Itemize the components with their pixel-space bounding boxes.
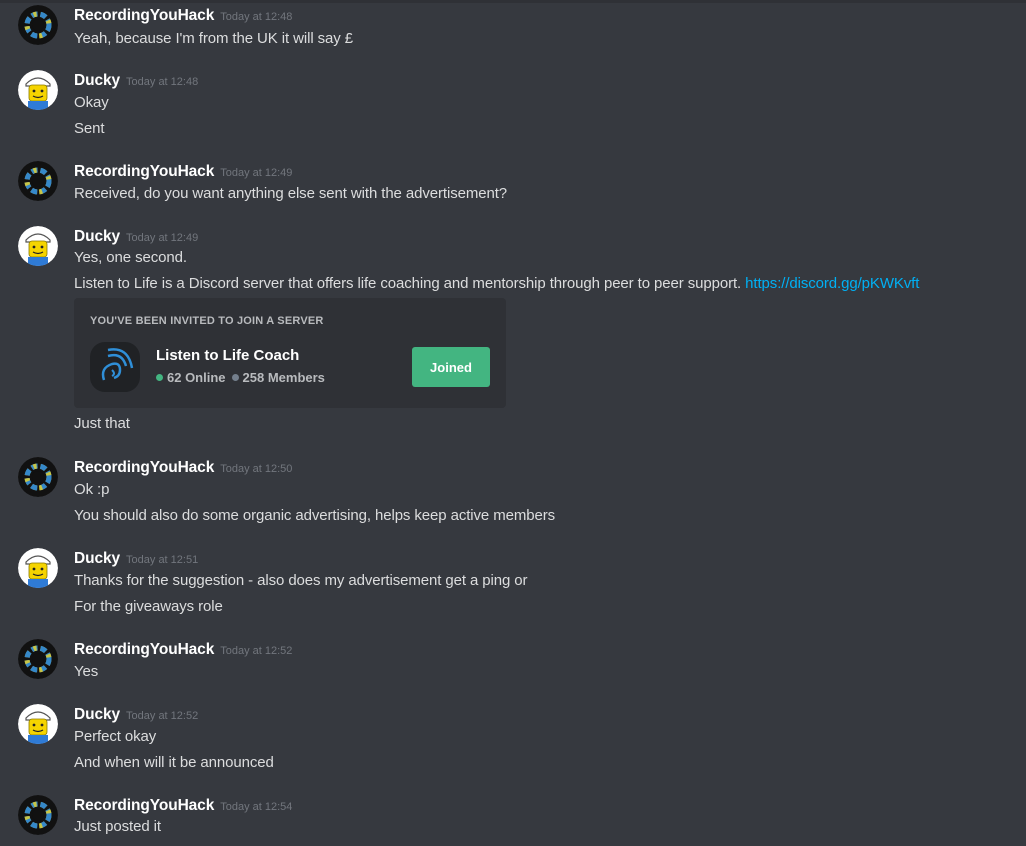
online-dot-icon [156,374,163,381]
avatar-recordingyouhack[interactable] [18,795,58,835]
server-name: Listen to Life Coach [156,347,300,364]
timestamp: Today at 12:48 [126,76,199,88]
username[interactable]: RecordingYouHack [74,641,214,658]
message-text: Perfect okay [74,728,157,745]
message-header: RecordingYouHack Today at 12:48 [74,5,292,27]
avatar-ducky[interactable] [18,548,58,588]
message-header: Ducky Today at 12:48 [74,70,198,92]
rainbow-ring-icon [18,639,58,679]
message-text: Thanks for the suggestion - also does my… [74,572,528,589]
message-text: Just that [74,415,130,432]
timestamp: Today at 12:49 [126,232,199,244]
message-text: And when will it be announced [74,754,274,771]
timestamp: Today at 12:52 [220,645,293,657]
server-icon[interactable] [90,342,140,392]
server-stats: 62 Online 258 Members [156,370,325,385]
username[interactable]: Ducky [74,72,120,89]
message-header: Ducky Today at 12:52 [74,704,198,726]
lego-figure-icon [18,226,58,266]
server-invite-card: YOU'VE BEEN INVITED TO JOIN A SERVER Lis… [74,298,506,408]
username[interactable]: Ducky [74,228,120,245]
avatar-ducky[interactable] [18,226,58,266]
message-header: RecordingYouHack Today at 12:52 [74,639,292,661]
username[interactable]: RecordingYouHack [74,163,214,180]
chat-messages: RecordingYouHack Today at 12:48 Yeah, bec… [0,0,1026,846]
member-count: 258 Members [242,370,325,385]
avatar-recordingyouhack[interactable] [18,639,58,679]
avatar-recordingyouhack[interactable] [18,457,58,497]
lego-figure-icon [18,704,58,744]
message-header: Ducky Today at 12:49 [74,226,198,248]
avatar-ducky[interactable] [18,704,58,744]
rainbow-ring-icon [18,457,58,497]
timestamp: Today at 12:52 [126,710,199,722]
message-header: RecordingYouHack Today at 12:50 [74,457,292,479]
online-count: 62 Online [167,370,226,385]
message-text: Yes [74,663,99,680]
message-header: RecordingYouHack Today at 12:49 [74,161,292,183]
message-text: Listen to Life is a Discord server that … [74,273,919,295]
sound-waves-ear-icon [101,348,134,381]
message-text: Okay [74,94,109,111]
username[interactable]: RecordingYouHack [74,797,214,814]
message-text: Just posted it [74,818,161,835]
message-text: Sent [74,120,105,137]
message-text: Yeah, because I'm from the UK it will sa… [74,30,353,47]
timestamp: Today at 12:49 [220,167,293,179]
timestamp: Today at 12:50 [220,463,293,475]
username[interactable]: RecordingYouHack [74,7,214,24]
message-text: You should also do some organic advertis… [74,507,556,524]
joined-button[interactable]: Joined [412,347,490,387]
lego-figure-icon [18,548,58,588]
message-header: RecordingYouHack Today at 12:54 [74,795,292,817]
invite-link[interactable]: https://discord.gg/pKWKvft [745,275,919,292]
timestamp: Today at 12:51 [126,554,199,566]
timestamp: Today at 12:54 [220,801,293,813]
message-text-body: Listen to Life is a Discord server that … [74,275,746,292]
message-text: Received, do you want anything else sent… [74,185,508,202]
rainbow-ring-icon [18,5,58,45]
rainbow-ring-icon [18,795,58,835]
avatar-ducky[interactable] [18,70,58,110]
rainbow-ring-icon [18,161,58,201]
message-header: Ducky Today at 12:51 [74,548,198,570]
members-dot-icon [231,374,239,381]
timestamp: Today at 12:48 [220,11,293,23]
message-text: For the giveaways role [74,598,223,615]
username[interactable]: Ducky [74,706,120,723]
invite-title: YOU'VE BEEN INVITED TO JOIN A SERVER [90,315,324,327]
avatar-recordingyouhack[interactable] [18,161,58,201]
username[interactable]: Ducky [74,550,120,567]
top-divider [0,0,1026,3]
username[interactable]: RecordingYouHack [74,459,214,476]
lego-figure-icon [18,70,58,110]
message-text: Ok :p [74,481,110,498]
avatar-recordingyouhack[interactable] [18,5,58,45]
message-text: Yes, one second. [74,249,187,266]
